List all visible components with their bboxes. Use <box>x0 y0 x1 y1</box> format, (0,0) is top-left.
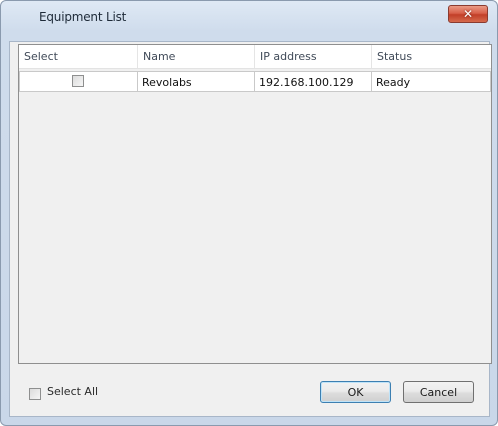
dialog-title: Equipment List <box>39 10 127 24</box>
table-row[interactable]: Revolabs 192.168.100.129 Ready <box>19 71 491 92</box>
equipment-list-dialog: Equipment List ✕ Select Name IP address … <box>0 0 498 426</box>
select-cell <box>19 71 138 92</box>
cancel-button[interactable]: Cancel <box>403 381 474 403</box>
ok-button[interactable]: OK <box>320 381 391 403</box>
column-header-name[interactable]: Name <box>138 45 255 68</box>
column-header-ip-address[interactable]: IP address <box>255 45 372 68</box>
column-header-select[interactable]: Select <box>19 45 138 68</box>
dialog-body: Select Name IP address Status Revolabs 1… <box>9 41 492 417</box>
close-button[interactable]: ✕ <box>448 5 488 23</box>
ok-button-label: OK <box>347 385 364 399</box>
title-bar[interactable]: Equipment List ✕ <box>1 1 497 31</box>
cancel-button-label: Cancel <box>419 385 458 399</box>
equipment-table: Select Name IP address Status Revolabs 1… <box>18 44 492 364</box>
ip-address-cell: 192.168.100.129 <box>255 71 372 92</box>
row-select-checkbox[interactable] <box>72 75 84 87</box>
status-cell: Ready <box>372 71 491 92</box>
name-cell: Revolabs <box>138 71 255 92</box>
close-icon: ✕ <box>462 7 474 21</box>
select-all-checkbox[interactable] <box>29 388 41 400</box>
column-header-status[interactable]: Status <box>372 45 491 68</box>
select-all-label[interactable]: Select All <box>47 385 98 398</box>
table-header: Select Name IP address Status <box>19 45 491 69</box>
